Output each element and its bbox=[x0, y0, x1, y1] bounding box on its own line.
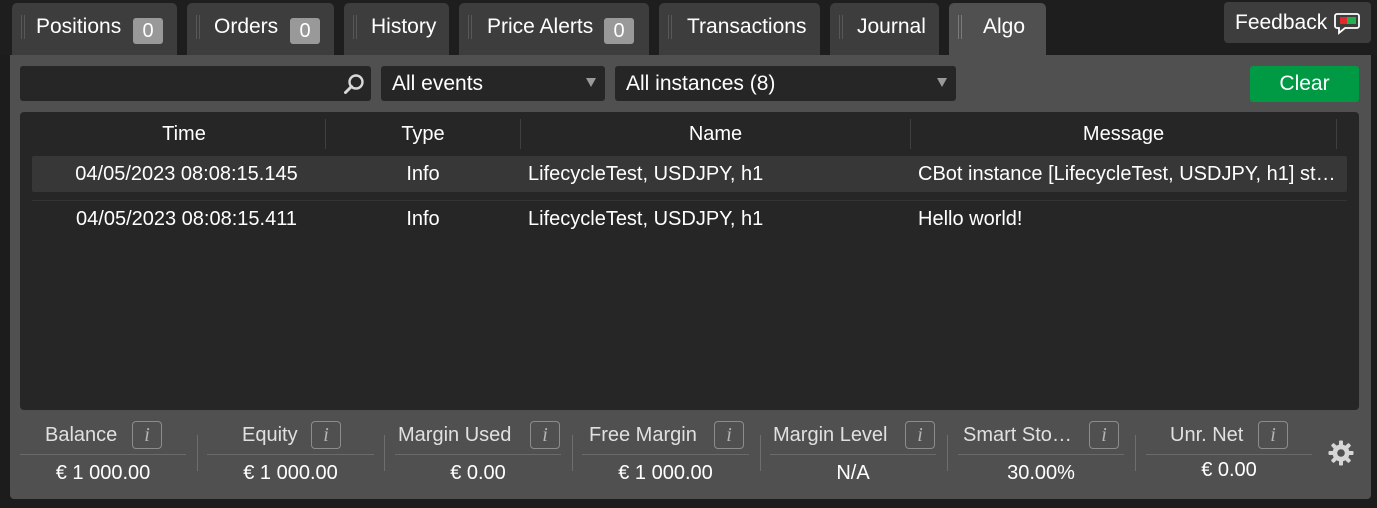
feedback-label: Feedback bbox=[1235, 11, 1328, 34]
tab-grip bbox=[468, 15, 472, 39]
feedback-speech-bubble-icon bbox=[1334, 13, 1360, 35]
info-icon[interactable]: i bbox=[1089, 421, 1119, 449]
cell-type: Info bbox=[406, 208, 440, 230]
stat-margin-level: Margin Level i N/A bbox=[770, 419, 936, 491]
cell-type: Info bbox=[406, 163, 440, 185]
tab-grip bbox=[21, 15, 25, 39]
column-header-type[interactable]: Type bbox=[326, 123, 520, 146]
tab-label: Orders bbox=[214, 15, 279, 38]
tab-grip bbox=[958, 15, 962, 39]
tab-grip bbox=[196, 15, 200, 39]
stat-balance: Balance i € 1 000.00 bbox=[20, 419, 186, 491]
events-grid: Time Type Name Message 04/05/2023 08:08:… bbox=[20, 112, 1359, 410]
tab-grip bbox=[353, 15, 357, 39]
stat-margin-used: Margin Used i € 0.00 bbox=[395, 419, 561, 491]
tab-label: Algo bbox=[983, 15, 1026, 38]
stat-smart-stop-out: Smart Sto… i 30.00% bbox=[958, 419, 1124, 491]
stat-value: € 0.00 bbox=[1201, 459, 1257, 481]
events-dropdown[interactable]: All events bbox=[381, 66, 605, 101]
stat-divider bbox=[207, 454, 374, 455]
stat-value: € 0.00 bbox=[450, 462, 506, 484]
info-icon[interactable]: i bbox=[1258, 421, 1288, 449]
cell-name: LifecycleTest, USDJPY, h1 bbox=[528, 208, 764, 230]
stat-label: Equity bbox=[242, 424, 298, 446]
tab-label: History bbox=[371, 15, 437, 38]
stat-label: Unr. Net bbox=[1170, 424, 1244, 446]
search-icon[interactable] bbox=[343, 73, 365, 95]
feedback-button[interactable]: Feedback bbox=[1224, 2, 1371, 43]
chevron-down-icon bbox=[586, 78, 596, 87]
stat-free-margin: Free Margin i € 1 000.00 bbox=[582, 419, 749, 491]
stat-divider bbox=[770, 454, 936, 455]
cell-name: LifecycleTest, USDJPY, h1 bbox=[528, 163, 764, 185]
stat-label: Free Margin bbox=[589, 424, 697, 446]
cell-time: 04/05/2023 08:08:15.145 bbox=[75, 163, 298, 185]
stat-label: Margin Used bbox=[398, 424, 512, 446]
stat-label: Smart Sto… bbox=[963, 424, 1072, 446]
search-box[interactable] bbox=[20, 66, 371, 101]
column-header-message[interactable]: Message bbox=[911, 123, 1336, 146]
table-row[interactable]: 04/05/2023 08:08:15.145 Info LifecycleTe… bbox=[32, 156, 1347, 192]
stat-label: Balance bbox=[45, 424, 118, 446]
table-row[interactable]: 04/05/2023 08:08:15.411 Info LifecycleTe… bbox=[32, 201, 1347, 237]
instances-dropdown-value: All instances (8) bbox=[626, 72, 776, 95]
stat-separator bbox=[572, 435, 573, 471]
stat-value: 30.00% bbox=[1007, 462, 1075, 484]
tab-orders[interactable]: Orders 0 bbox=[187, 3, 334, 55]
stat-divider bbox=[958, 454, 1124, 455]
gear-icon[interactable] bbox=[1328, 440, 1354, 466]
info-icon[interactable]: i bbox=[905, 421, 935, 449]
stat-separator bbox=[760, 435, 761, 471]
tab-label: Price Alerts bbox=[487, 15, 594, 38]
stat-value: N/A bbox=[836, 462, 870, 484]
grid-header: Time Type Name Message bbox=[20, 112, 1359, 154]
tab-label: Journal bbox=[857, 15, 926, 38]
tab-journal[interactable]: Journal bbox=[830, 3, 939, 55]
instances-dropdown[interactable]: All instances (8) bbox=[615, 66, 956, 101]
algo-panel: All events All instances (8) Clear Time … bbox=[10, 55, 1371, 499]
cell-message: Hello world! bbox=[918, 208, 1023, 230]
events-dropdown-value: All events bbox=[392, 72, 484, 95]
tab-positions[interactable]: Positions 0 bbox=[12, 3, 177, 55]
info-icon[interactable]: i bbox=[311, 421, 341, 449]
tab-transactions[interactable]: Transactions bbox=[659, 3, 820, 55]
stat-divider bbox=[582, 454, 749, 455]
stat-value: € 1 000.00 bbox=[55, 462, 151, 484]
info-icon[interactable]: i bbox=[714, 421, 744, 449]
stat-value: € 1 000.00 bbox=[618, 462, 713, 484]
stat-divider bbox=[395, 454, 561, 455]
stat-divider bbox=[20, 454, 186, 455]
tab-count-badge: 0 bbox=[133, 18, 163, 44]
column-header-time[interactable]: Time bbox=[40, 123, 328, 146]
cell-time: 04/05/2023 08:08:15.411 bbox=[76, 208, 297, 230]
info-icon[interactable]: i bbox=[530, 421, 560, 449]
stat-separator bbox=[1135, 435, 1136, 471]
tab-price-alerts[interactable]: Price Alerts 0 bbox=[459, 3, 649, 55]
stat-label: Margin Level bbox=[773, 424, 888, 446]
column-header-name[interactable]: Name bbox=[521, 123, 910, 146]
tab-label: Positions bbox=[36, 15, 122, 38]
search-input[interactable] bbox=[20, 66, 340, 101]
column-divider[interactable] bbox=[1336, 119, 1337, 149]
stat-unrealized-net: Unr. Net i € 0.00 bbox=[1146, 419, 1312, 491]
stat-separator bbox=[197, 435, 198, 471]
stat-value: € 1 000.00 bbox=[243, 462, 338, 484]
cell-message: CBot instance [LifecycleTest, USDJPY, h1… bbox=[918, 163, 1344, 185]
chevron-down-icon bbox=[937, 78, 947, 87]
clear-button[interactable]: Clear bbox=[1250, 66, 1359, 102]
info-icon[interactable]: i bbox=[132, 421, 162, 449]
stat-equity: Equity i € 1 000.00 bbox=[207, 419, 374, 491]
tab-label: Transactions bbox=[687, 15, 807, 38]
stat-separator bbox=[384, 435, 385, 471]
tab-grip bbox=[839, 15, 843, 39]
tab-strip: Positions 0 Orders 0 History Price Alert… bbox=[0, 0, 1377, 55]
tab-count-badge: 0 bbox=[290, 18, 320, 44]
tab-history[interactable]: History bbox=[344, 3, 449, 55]
tab-grip bbox=[668, 15, 672, 39]
stat-separator bbox=[947, 435, 948, 471]
tab-algo[interactable]: Algo bbox=[949, 3, 1046, 55]
tab-count-badge: 0 bbox=[604, 18, 634, 44]
stat-divider bbox=[1146, 454, 1312, 455]
